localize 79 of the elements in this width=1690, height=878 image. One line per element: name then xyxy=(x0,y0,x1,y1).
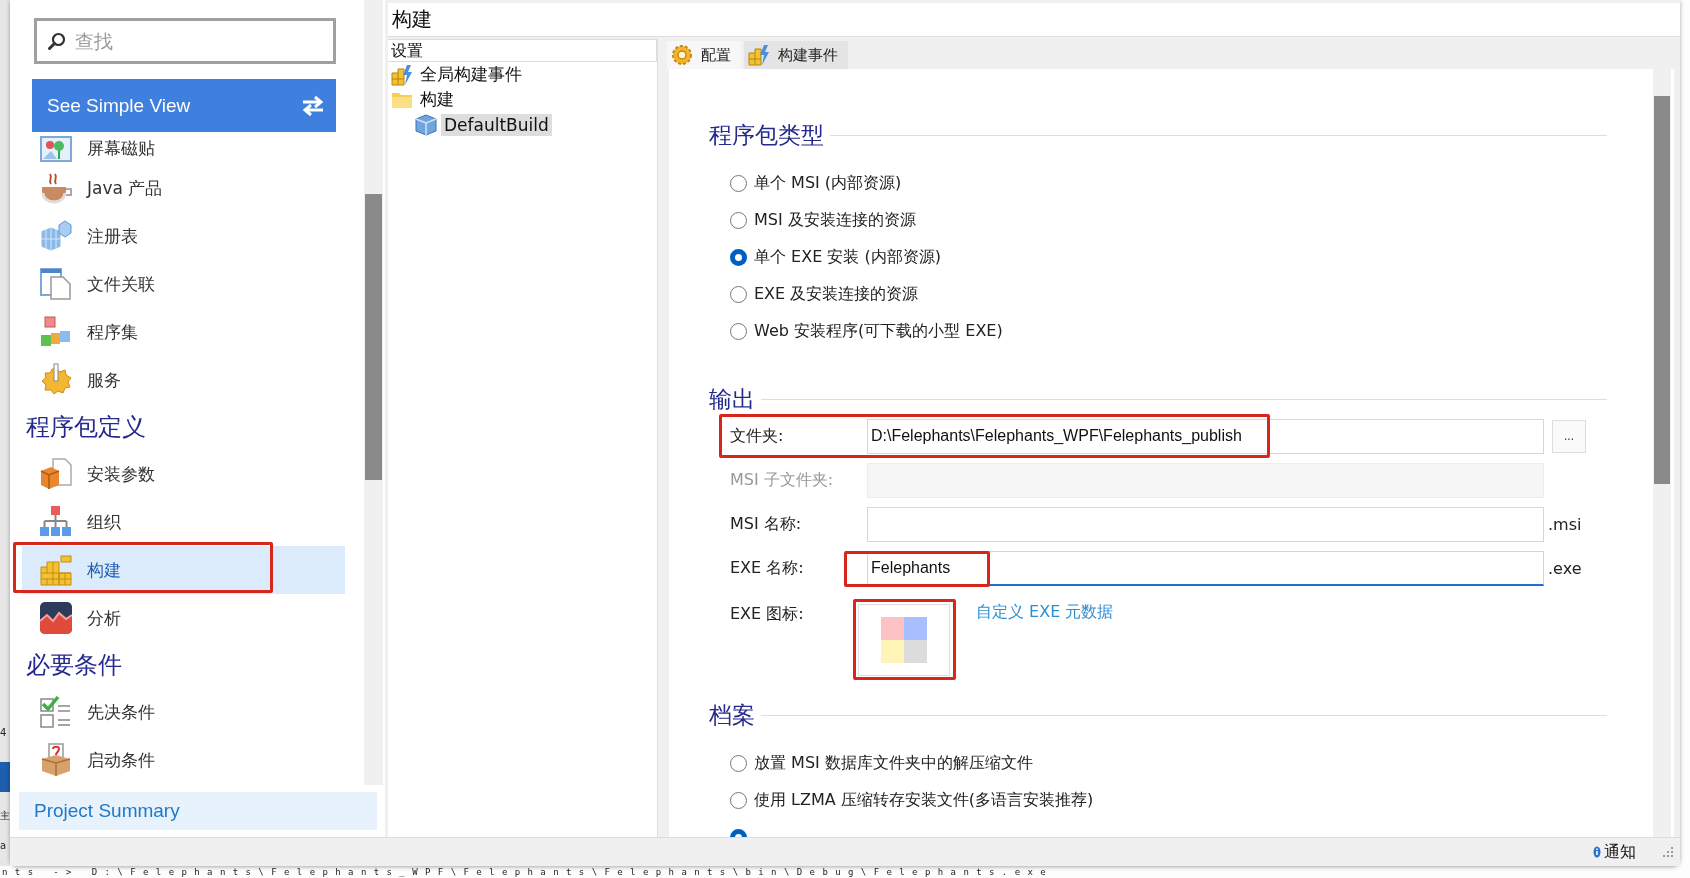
bricks-icon xyxy=(39,553,73,587)
sidebar-item[interactable]: 文件关联 xyxy=(22,260,345,308)
sidebar-item[interactable]: Java 产品 xyxy=(22,164,345,212)
checklist-icon xyxy=(39,695,73,729)
search-field[interactable]: 查找 xyxy=(34,18,336,64)
resize-grip-icon xyxy=(1662,846,1674,858)
field-label: MSI 名称: xyxy=(730,513,803,535)
radio-option[interactable]: 使用 LZMA 压缩转存安装文件(多语言安装推荐) xyxy=(730,782,1094,819)
radio-button[interactable] xyxy=(730,286,747,303)
tree-item[interactable]: 全局构建事件 xyxy=(388,62,657,87)
radio-button[interactable] xyxy=(730,792,747,809)
background-text: a xyxy=(0,840,7,852)
package-icon xyxy=(39,457,73,491)
hierarchy-icon xyxy=(39,505,73,539)
bricks-lightning-icon xyxy=(391,63,413,86)
scrollbar[interactable] xyxy=(364,0,383,785)
sidebar-item[interactable]: 组织 xyxy=(22,498,345,546)
sidebar-item[interactable]: 安装参数 xyxy=(22,450,345,498)
gear-icon xyxy=(671,44,693,66)
coffee-cup-icon xyxy=(39,171,73,205)
sidebar-item[interactable]: 分析 xyxy=(22,594,345,642)
custom-metadata-link[interactable]: 自定义 EXE 元数据 xyxy=(976,602,1114,623)
tab[interactable]: 配置 xyxy=(667,41,741,69)
sidebar-item[interactable]: 启动条件 xyxy=(22,736,345,784)
tab[interactable]: 构建事件 xyxy=(744,41,848,69)
info-icon xyxy=(1593,846,1601,858)
background-text: 4 xyxy=(0,727,7,739)
sidebar-item[interactable]: 程序集 xyxy=(22,308,345,356)
radio-button[interactable] xyxy=(730,212,747,229)
sidebar-item[interactable]: 注册表 xyxy=(22,212,345,260)
radio-button[interactable] xyxy=(730,175,747,192)
swap-icon xyxy=(300,93,326,118)
chart-icon xyxy=(39,601,73,635)
browse-button[interactable]: ... xyxy=(1552,419,1586,453)
radio-button[interactable] xyxy=(730,249,747,266)
sidebar-item[interactable]: 屏幕磁贴 xyxy=(22,132,345,164)
radio-option[interactable]: 单个 MSI (内部资源) xyxy=(730,165,902,202)
sidebar-item[interactable]: 服务 xyxy=(22,356,345,404)
background-text: 主 xyxy=(0,810,10,822)
search-icon xyxy=(47,31,67,51)
scrollbar[interactable] xyxy=(1653,69,1671,837)
bricks-lightning-icon xyxy=(748,44,770,66)
input-field[interactable] xyxy=(867,506,1544,542)
box-icon xyxy=(39,743,73,777)
radio-option[interactable]: Web 安装程序(可下载的小型 EXE) xyxy=(730,313,1003,350)
radio-button[interactable] xyxy=(730,755,747,772)
field-label: 文件夹: xyxy=(730,425,785,447)
input-field[interactable]: Felephants xyxy=(867,550,1544,586)
blocks-icon xyxy=(39,315,73,349)
field-label: EXE 图标: xyxy=(730,604,805,625)
radio-option[interactable]: 单个 EXE 安装 (内部资源) xyxy=(730,239,941,276)
section-heading: 程序包定义 xyxy=(25,412,147,443)
section-heading: 档案 xyxy=(709,700,755,730)
radio-option[interactable]: 放置 MSI 数据库文件夹中的解压缩文件 xyxy=(730,745,1033,782)
input-field[interactable]: D:\Felephants\Felephants_WPF\Felephants_publish xyxy=(867,418,1544,454)
column-header: 设置 xyxy=(388,39,657,62)
sidebar-item[interactable]: 先决条件 xyxy=(22,688,345,736)
cube-icon xyxy=(415,113,437,136)
section-heading: 程序包类型 xyxy=(709,120,824,150)
radio-button[interactable] xyxy=(730,323,747,340)
see-simple-view-button[interactable]: See Simple View xyxy=(32,79,336,132)
file-extension: .exe xyxy=(1548,558,1582,578)
page-title: 构建 xyxy=(388,3,1680,37)
radio-option[interactable]: MSI 及安装连接的资源 xyxy=(730,202,916,239)
section-heading: 必要条件 xyxy=(25,650,123,681)
tree-item[interactable]: 构建 xyxy=(388,87,657,112)
file-extension: .msi xyxy=(1548,514,1582,534)
tree-item[interactable]: DefaultBuild xyxy=(388,112,657,137)
field-label: EXE 名称: xyxy=(730,557,805,579)
cubes-icon xyxy=(39,219,73,253)
project-summary-link[interactable]: Project Summary xyxy=(19,792,377,830)
gear-icon xyxy=(39,363,73,397)
console-output: nts -> D:\Felephants\Felephants_WPF\Felephants\Felephants\bin\Debug\Felephants.exe xyxy=(2,867,1054,878)
documents-icon xyxy=(39,267,73,301)
field-label: MSI 子文件夹: xyxy=(730,469,835,491)
tiles-icon xyxy=(881,617,927,663)
section-heading: 输出 xyxy=(709,384,755,414)
radio-option[interactable]: EXE 及安装连接的资源 xyxy=(730,276,919,313)
notifications-button[interactable]: 通知 xyxy=(1593,841,1636,863)
